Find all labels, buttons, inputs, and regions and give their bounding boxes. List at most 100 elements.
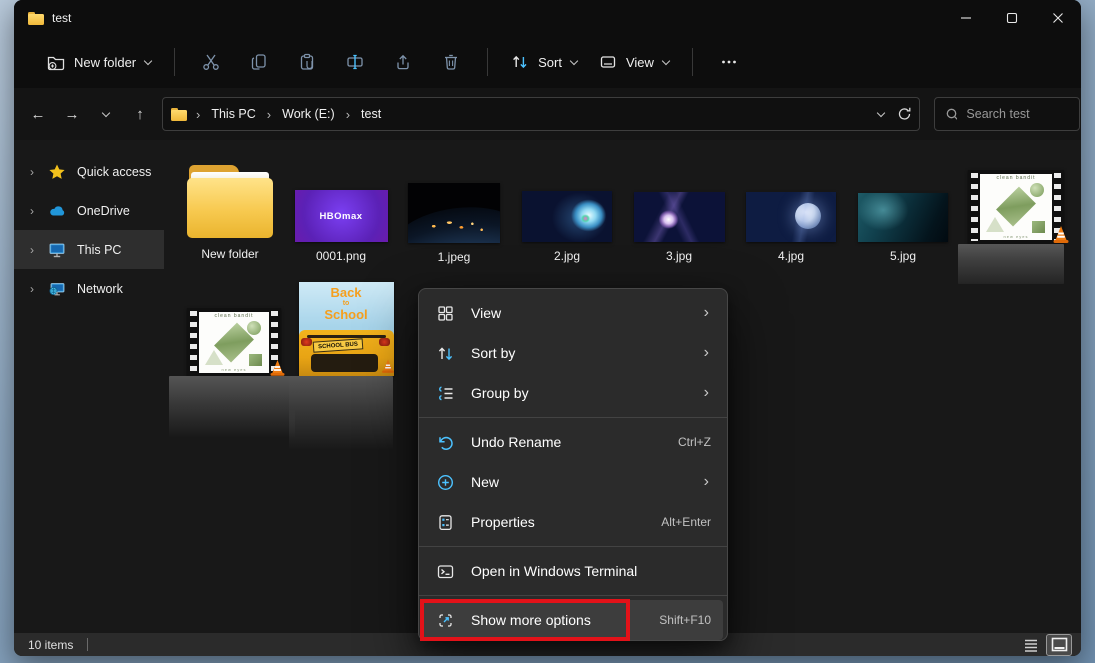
- chevron-right-icon[interactable]: ›: [24, 165, 40, 179]
- sort-label: Sort: [538, 55, 562, 70]
- command-bar: New folder Sort: [14, 36, 1081, 88]
- file-item-2-jpg[interactable]: 2.jpg: [512, 191, 622, 263]
- menu-item-new[interactable]: New ›: [423, 462, 723, 502]
- new-folder-label: New folder: [74, 55, 136, 70]
- file-item-3-jpg[interactable]: 3.jpg: [624, 192, 734, 263]
- menu-item-sort-by[interactable]: Sort by ›: [423, 333, 723, 373]
- copy-icon: [249, 52, 269, 72]
- breadcrumb-test[interactable]: test: [359, 104, 383, 124]
- maximize-icon: [1002, 8, 1022, 28]
- menu-item-properties[interactable]: Properties Alt+Enter: [423, 502, 723, 542]
- address-dropdown-icon[interactable]: [877, 110, 885, 118]
- menu-separator: [419, 595, 727, 596]
- trash-icon: [441, 52, 461, 72]
- file-item-1-jpeg[interactable]: 1.jpeg: [399, 183, 509, 264]
- vlc-cone-icon: [1052, 224, 1070, 244]
- image-thumbnail: HBOmax: [295, 190, 388, 242]
- video-thumbnail: clean bandit new eyes: [187, 308, 281, 377]
- recent-locations-button[interactable]: [92, 100, 120, 128]
- file-item-4-jpg[interactable]: 4.jpg: [736, 192, 846, 263]
- see-more-button[interactable]: [709, 45, 749, 79]
- school-bus-graphic: SCHOOL BUS: [299, 330, 394, 376]
- folder-icon: [171, 108, 187, 121]
- image-thumbnail: [522, 191, 612, 242]
- chevron-down-icon: [102, 110, 110, 118]
- cut-icon: [201, 52, 221, 72]
- image-thumbnail: [746, 192, 836, 242]
- address-bar[interactable]: › This PC › Work (E:) › test: [162, 97, 920, 131]
- menu-item-undo-rename[interactable]: Undo Rename Ctrl+Z: [423, 422, 723, 462]
- cut-button[interactable]: [191, 45, 231, 79]
- chevron-right-icon[interactable]: ›: [24, 282, 40, 296]
- paste-icon: [297, 52, 317, 72]
- chevron-right-icon[interactable]: ›: [24, 243, 40, 257]
- chevron-right-icon: ›: [704, 304, 711, 322]
- menu-item-group-by[interactable]: Group by ›: [423, 373, 723, 413]
- new-plus-icon: [435, 472, 455, 492]
- sort-button[interactable]: Sort: [500, 45, 588, 79]
- minimize-icon: [956, 8, 976, 28]
- rename-button[interactable]: [335, 45, 375, 79]
- view-button[interactable]: View: [588, 45, 680, 79]
- sidebar-item-this-pc[interactable]: › This PC: [14, 230, 164, 269]
- image-thumbnail: [634, 192, 725, 242]
- status-divider: [87, 638, 88, 651]
- file-item-video-2[interactable]: clean bandit new eyes: [178, 308, 290, 377]
- sort-icon: [510, 52, 530, 72]
- sidebar-item-quick-access[interactable]: › Quick access: [14, 152, 164, 191]
- menu-item-view[interactable]: View ›: [423, 293, 723, 333]
- breadcrumb-separator: ›: [196, 107, 200, 122]
- paste-button[interactable]: [287, 45, 327, 79]
- chevron-down-icon: [570, 58, 578, 66]
- sidebar-item-network[interactable]: › Network: [14, 269, 164, 308]
- refresh-icon[interactable]: [895, 105, 913, 123]
- close-button[interactable]: [1035, 0, 1081, 36]
- video-thumbnail: Back to School SCHOOL BUS: [299, 282, 394, 376]
- more-ellipsis-icon: [719, 52, 739, 72]
- chevron-right-icon: ›: [704, 384, 711, 402]
- properties-icon: [435, 512, 455, 532]
- share-icon: [393, 52, 413, 72]
- delete-button[interactable]: [431, 45, 471, 79]
- context-menu: View › Sort by › Group by › Undo Rename …: [418, 288, 728, 641]
- terminal-icon: [435, 561, 455, 581]
- sort-icon: [435, 343, 455, 363]
- file-item-new-folder[interactable]: New folder: [170, 165, 290, 261]
- forward-button[interactable]: →: [58, 100, 86, 128]
- menu-separator: [419, 546, 727, 547]
- chevron-right-icon: ›: [704, 473, 711, 491]
- search-box[interactable]: [934, 97, 1080, 131]
- file-item-5-jpg[interactable]: 5.jpg: [848, 193, 958, 263]
- view-label: View: [626, 55, 654, 70]
- file-label-box: [289, 376, 393, 450]
- share-button[interactable]: [383, 45, 423, 79]
- breadcrumb-work-e[interactable]: Work (E:): [280, 104, 337, 124]
- large-icons-view-icon: [1051, 637, 1068, 652]
- details-view-button[interactable]: [1019, 635, 1043, 655]
- vlc-cone-icon: [381, 358, 395, 374]
- file-item-back-to-school[interactable]: Back to School SCHOOL BUS: [290, 282, 402, 376]
- copy-button[interactable]: [239, 45, 279, 79]
- maximize-button[interactable]: [989, 0, 1035, 36]
- large-icons-view-button[interactable]: [1047, 635, 1071, 655]
- file-item-video-1[interactable]: clean bandit new eyes: [960, 170, 1072, 244]
- toolbar-divider: [487, 48, 488, 76]
- file-item-0001-png[interactable]: HBOmax 0001.png: [286, 190, 396, 263]
- new-folder-button[interactable]: New folder: [36, 45, 162, 79]
- back-button[interactable]: ←: [24, 100, 52, 128]
- expand-icon: [435, 610, 455, 630]
- chevron-right-icon[interactable]: ›: [24, 204, 40, 218]
- search-input[interactable]: [966, 107, 1069, 121]
- file-label-box: [958, 244, 1064, 284]
- rename-icon: [345, 52, 365, 72]
- chevron-down-icon: [144, 58, 152, 66]
- star-icon: [48, 163, 66, 181]
- breadcrumb-separator: ›: [267, 107, 271, 122]
- window-title-tab: test: [14, 11, 71, 25]
- sidebar-item-onedrive[interactable]: › OneDrive: [14, 191, 164, 230]
- minimize-button[interactable]: [943, 0, 989, 36]
- breadcrumb-this-pc[interactable]: This PC: [209, 104, 257, 124]
- up-button[interactable]: ↑: [126, 100, 154, 128]
- menu-item-open-in-windows-terminal[interactable]: Open in Windows Terminal: [423, 551, 723, 591]
- menu-item-show-more-options[interactable]: Show more options Shift+F10: [423, 600, 723, 640]
